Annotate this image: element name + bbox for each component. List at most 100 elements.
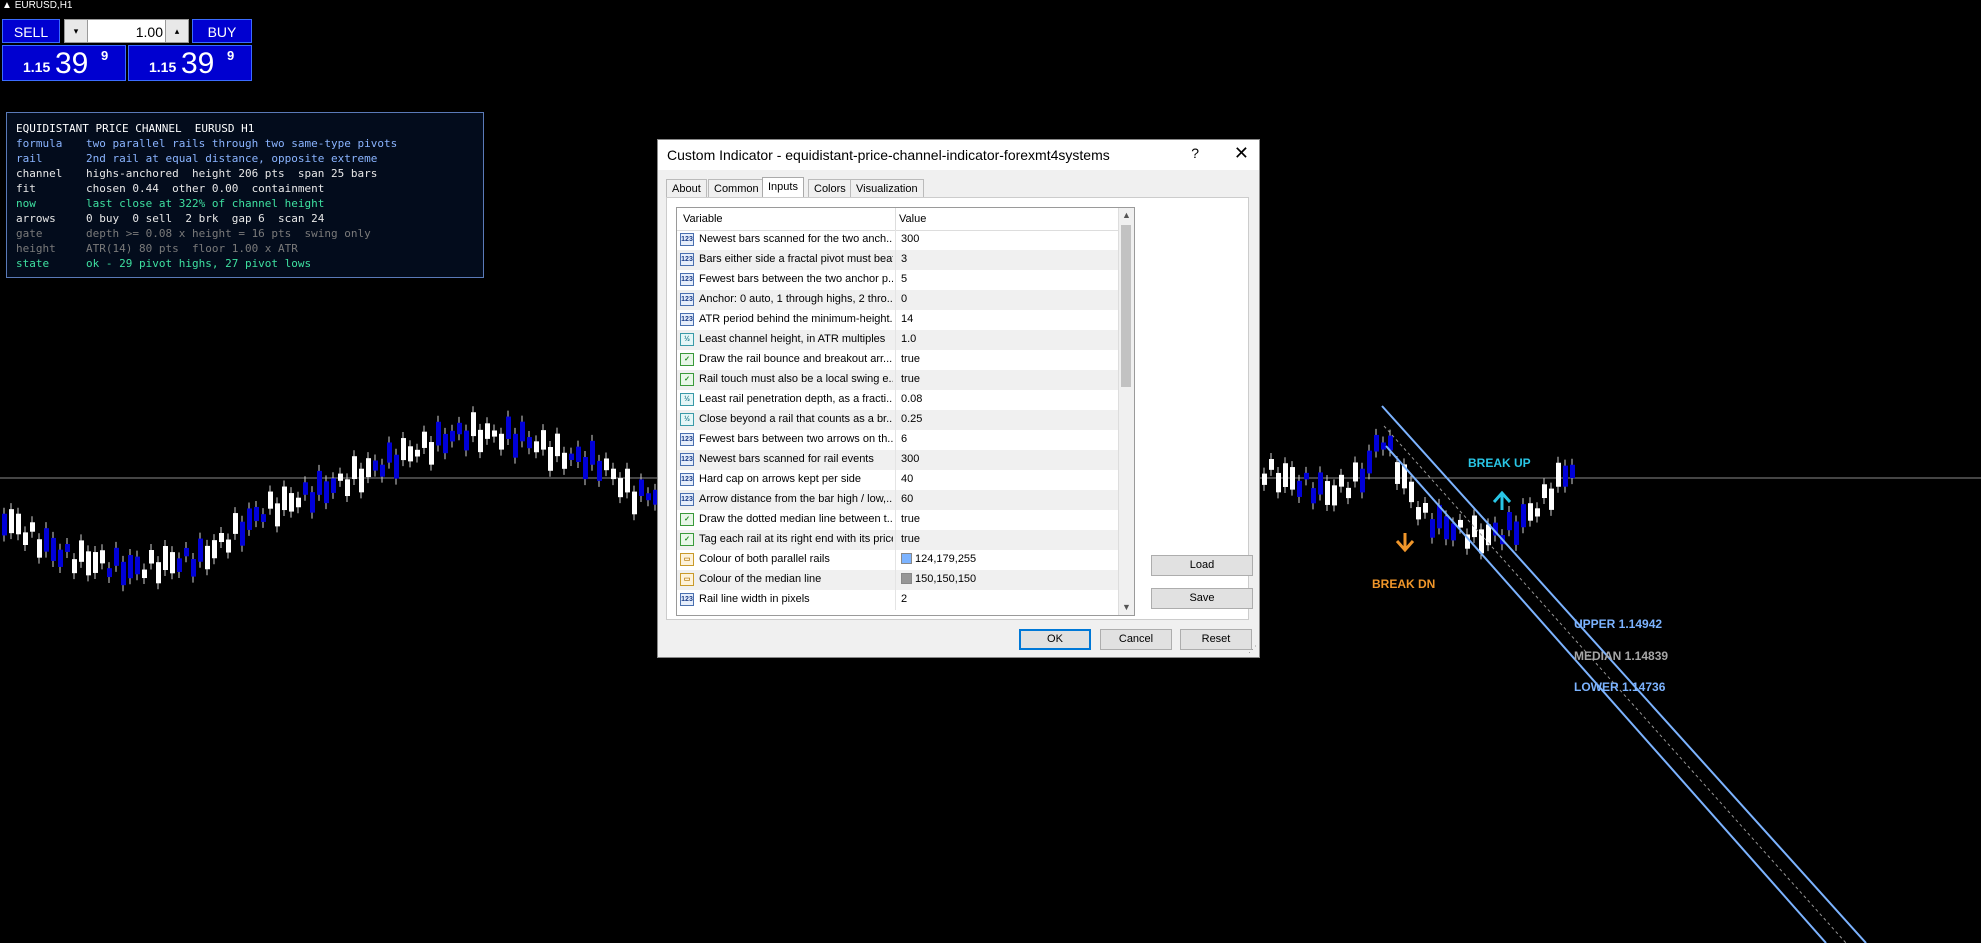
input-value[interactable]: true (901, 533, 920, 545)
break-up-label: BREAK UP (1468, 456, 1531, 470)
column-header-value[interactable]: Value (899, 213, 926, 225)
sell-price-display[interactable]: 1.15 39 9 (2, 45, 126, 81)
input-row[interactable]: ✓ Tag each rail at its right end with its… (677, 530, 1119, 551)
candle-body (30, 522, 35, 532)
input-row[interactable]: 123 Arrow distance from the bar high / lo… (677, 490, 1119, 511)
input-value[interactable]: 60 (901, 493, 913, 505)
buy-price-display[interactable]: 1.15 39 9 (128, 45, 252, 81)
save-button[interactable]: Save (1151, 588, 1253, 609)
input-value[interactable]: 6 (901, 433, 907, 445)
input-value[interactable]: true (901, 513, 920, 525)
input-value[interactable]: 150,150,150 (901, 573, 976, 585)
input-row[interactable]: 123 Anchor: 0 auto, 1 through highs, 2 th… (677, 290, 1119, 311)
load-button[interactable]: Load (1151, 555, 1253, 576)
candle-body (1367, 450, 1372, 474)
scrollbar-thumb[interactable] (1121, 225, 1131, 387)
input-row[interactable]: 123 Newest bars scanned for the two anch.… (677, 230, 1119, 251)
candle-body (485, 423, 490, 439)
input-value[interactable]: 1.0 (901, 333, 916, 345)
candle-body (317, 470, 322, 495)
candle-body (1535, 508, 1540, 517)
input-row[interactable]: ▭ Colour of the median line 150,150,150 (677, 570, 1119, 591)
input-row[interactable]: 123 Bars either side a fractal pivot must… (677, 250, 1119, 271)
input-value[interactable]: 2 (901, 593, 907, 605)
integer-type-icon: 123 (680, 233, 694, 246)
candle-body (471, 412, 476, 437)
input-row[interactable]: ✓ Draw the dotted median line between t..… (677, 510, 1119, 531)
input-row[interactable]: ½ Close beyond a rail that counts as a br… (677, 410, 1119, 431)
candle-body (499, 433, 504, 450)
scroll-down-icon[interactable]: ▼ (1119, 600, 1134, 615)
input-value[interactable]: true (901, 373, 920, 385)
resize-grip-icon[interactable]: ⋰ (1248, 644, 1257, 655)
column-header-variable[interactable]: Variable (683, 213, 723, 225)
one-click-trading-panel: SELL ▾ ▴ BUY 1.15 39 9 1.15 39 9 (2, 19, 252, 81)
lot-size-input[interactable] (89, 22, 165, 42)
input-value[interactable]: 0 (901, 293, 907, 305)
input-value[interactable]: true (901, 353, 920, 365)
candle-body (1556, 462, 1561, 487)
candle-body (387, 442, 392, 463)
input-row[interactable]: ½ Least rail penetration depth, as a frac… (677, 390, 1119, 411)
input-value[interactable]: 5 (901, 273, 907, 285)
candle-body (1409, 481, 1414, 503)
inputs-grid[interactable]: Variable Value 123 Newest bars scanned fo… (676, 207, 1135, 616)
candle-body (1514, 521, 1519, 545)
input-variable-name: Bars either side a fractal pivot must be… (699, 253, 893, 265)
candle-body (394, 454, 399, 479)
integer-type-icon: 123 (680, 293, 694, 306)
input-row[interactable]: 123 Fewest bars between two arrows on th.… (677, 430, 1119, 451)
close-icon[interactable]: ✕ (1234, 143, 1249, 164)
candle-body (1283, 463, 1288, 487)
sell-button[interactable]: SELL (2, 19, 60, 43)
tab-inputs[interactable]: Inputs (762, 177, 804, 198)
candle-body (212, 540, 217, 559)
input-value[interactable]: 40 (901, 473, 913, 485)
input-variable-name: Newest bars scanned for the two anch... (699, 233, 893, 245)
input-value[interactable]: 0.08 (901, 393, 922, 405)
tab-about[interactable]: About (666, 179, 707, 197)
buy-price-pips: 39 (181, 47, 215, 80)
tab-common[interactable]: Common (708, 179, 765, 197)
info-row-value: ok - 29 pivot highs, 27 pivot lows (86, 257, 312, 270)
input-value[interactable]: 0.25 (901, 413, 922, 425)
input-row[interactable]: 123 Newest bars scanned for rail events 30… (677, 450, 1119, 471)
input-row[interactable]: 123 Fewest bars between the two anchor p.… (677, 270, 1119, 291)
lot-increase-icon[interactable]: ▴ (165, 20, 188, 42)
cancel-button[interactable]: Cancel (1100, 629, 1172, 650)
input-row[interactable]: 123 Rail line width in pixels 2 (677, 590, 1119, 611)
candle-body (198, 538, 203, 562)
scroll-up-icon[interactable]: ▲ (1119, 208, 1134, 223)
lot-decrease-icon[interactable]: ▾ (65, 20, 88, 42)
ok-button[interactable]: OK (1019, 629, 1091, 650)
integer-type-icon: 123 (680, 253, 694, 266)
tab-visualization[interactable]: Visualization (850, 179, 924, 197)
info-row-value: 0 buy 0 sell 2 brk gap 6 scan 24 (86, 212, 325, 225)
input-row[interactable]: ▭ Colour of both parallel rails 124,179,25… (677, 550, 1119, 571)
help-icon[interactable]: ? (1191, 145, 1199, 161)
double-type-icon: ½ (680, 413, 694, 426)
candle-body (450, 430, 455, 442)
input-value[interactable]: 124,179,255 (901, 553, 976, 565)
color-type-icon: ▭ (680, 553, 694, 566)
reset-button[interactable]: Reset (1180, 629, 1252, 650)
input-row[interactable]: 123 ATR period behind the minimum-height.… (677, 310, 1119, 331)
input-row[interactable]: ½ Least channel height, in ATR multiples 1… (677, 330, 1119, 351)
input-row[interactable]: ✓ Draw the rail bounce and breakout arr..… (677, 350, 1119, 371)
candle-body (1458, 519, 1463, 528)
input-row[interactable]: ✓ Rail touch must also be a local swing e… (677, 370, 1119, 391)
input-value[interactable]: 300 (901, 453, 919, 465)
input-value[interactable]: 14 (901, 313, 913, 325)
candle-body (597, 460, 602, 481)
candle-body (1521, 504, 1526, 528)
buy-button[interactable]: BUY (192, 19, 252, 43)
input-value[interactable]: 3 (901, 253, 907, 265)
dialog-titlebar[interactable]: Custom Indicator - equidistant-price-cha… (658, 140, 1259, 170)
candle-body (1304, 472, 1309, 480)
grid-scrollbar[interactable]: ▲ ▼ (1118, 208, 1134, 615)
input-row[interactable]: 123 Hard cap on arrows kept per side 40 (677, 470, 1119, 491)
tab-colors[interactable]: Colors (808, 179, 852, 197)
input-value[interactable]: 300 (901, 233, 919, 245)
candle-body (380, 464, 385, 477)
input-value-text: true (901, 353, 920, 365)
